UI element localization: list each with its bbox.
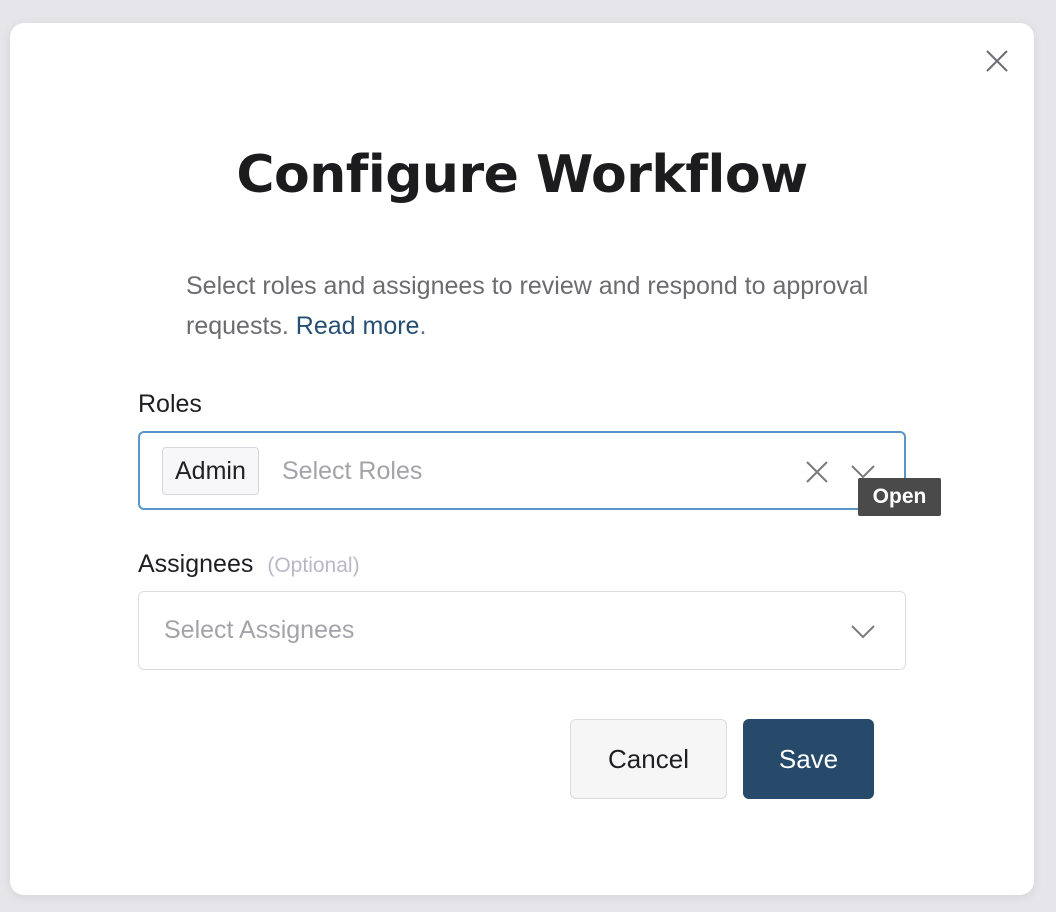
roles-select[interactable]: Admin Select Roles [138,431,906,510]
assignees-select[interactable]: Select Assignees [138,591,906,670]
role-chip-admin[interactable]: Admin [162,447,259,495]
modal-description: Select roles and assignees to review and… [186,266,886,346]
close-button[interactable] [983,47,1011,75]
assignees-label: Assignees (Optional) [138,550,360,579]
close-icon [986,50,1008,72]
clear-icon [806,461,828,483]
clear-roles-button[interactable] [804,459,830,490]
description-end: . [419,312,427,340]
optional-label: (Optional) [267,554,360,577]
configure-workflow-modal: Configure Workflow Select roles and assi… [10,23,1034,895]
assignees-label-text: Assignees [138,550,254,578]
open-assignees-button[interactable] [850,623,876,646]
cancel-button[interactable]: Cancel [570,719,727,799]
roles-placeholder: Select Roles [282,457,423,485]
open-tooltip: Open [858,478,941,516]
assignees-placeholder: Select Assignees [164,616,355,644]
save-button[interactable]: Save [743,719,874,799]
roles-label: Roles [138,390,202,418]
read-more-link[interactable]: Read more [296,312,420,340]
description-text: Select roles and assignees to review and… [186,272,869,340]
chevron-down-icon [851,625,875,639]
modal-title: Configure Workflow [236,145,808,205]
